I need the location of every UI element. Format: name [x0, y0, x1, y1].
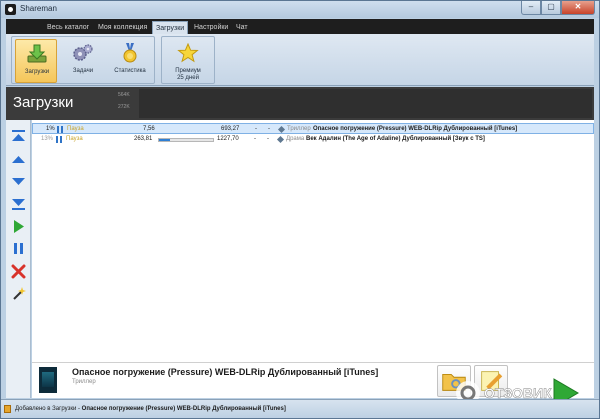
- downloads-ribbon-label: Загрузки: [24, 69, 50, 75]
- window-title: Shareman: [20, 4, 57, 13]
- pause-icon[interactable]: [11, 241, 26, 256]
- minimize-button[interactable]: ‒: [521, 1, 541, 15]
- release-type-icon: [276, 135, 285, 144]
- clear-wand-icon[interactable]: [11, 286, 26, 301]
- downloads-ribbon-button[interactable]: Загрузки: [15, 39, 57, 83]
- download-row-1[interactable]: 1% Пауза 7,56 693,27 - - Триллер Опасное…: [32, 123, 594, 134]
- statistics-ribbon-button[interactable]: Статистика: [109, 39, 151, 83]
- tab-chat[interactable]: Чат: [233, 21, 251, 34]
- premium-ribbon-label: Премиум 25 дней: [167, 68, 209, 82]
- paused-status-icon: [57, 126, 64, 133]
- play-icon[interactable]: [11, 219, 26, 234]
- status-text: Добавлено в Загрузки - Опасное погружени…: [15, 400, 286, 419]
- tab-my-collection[interactable]: Моя коллекция: [95, 21, 150, 34]
- premium-label-line1: Премиум: [175, 68, 201, 74]
- move-to-bottom-icon[interactable]: [11, 196, 26, 211]
- percent-cell: 13%: [41, 136, 54, 142]
- paused-status-icon: [56, 136, 63, 143]
- download-progress-fill: [159, 139, 171, 141]
- selected-title: Опасное погружение (Pressure) WEB-DLRip …: [72, 367, 379, 377]
- dash-cell-2: -: [267, 136, 269, 142]
- statistics-ribbon-label: Статистика: [114, 68, 146, 74]
- downloaded-cell: 263,81: [134, 136, 153, 142]
- move-down-icon[interactable]: [11, 174, 26, 189]
- size-cell: 1227,70: [217, 136, 239, 142]
- status-item: Опасное погружение (Pressure) WEB-DLRip …: [81, 406, 286, 412]
- medal-icon: [123, 43, 137, 63]
- info-box-icon: [4, 405, 11, 413]
- status-prefix: Добавлено в Загрузки -: [15, 406, 82, 412]
- premium-ribbon-button[interactable]: Премиум 25 дней: [167, 39, 209, 83]
- speed-scale-bottom: 272K: [118, 104, 130, 110]
- ribbon-group-premium: Премиум 25 дней: [161, 36, 215, 84]
- dash-cell-1: -: [254, 136, 256, 142]
- main-menu: Весь каталог Моя коллекция Загрузки Наст…: [6, 19, 594, 34]
- move-up-icon[interactable]: [11, 152, 26, 167]
- app-window: Shareman ‒ ▢ ✕ Весь каталог Моя коллекци…: [0, 0, 600, 419]
- tasks-ribbon-button[interactable]: Задачи: [62, 39, 104, 83]
- download-arrow-icon: [27, 44, 47, 63]
- maximize-button[interactable]: ▢: [541, 1, 561, 15]
- delete-icon[interactable]: [11, 264, 26, 279]
- release-type-icon: [277, 125, 286, 134]
- speed-graph: [139, 89, 592, 118]
- ribbon-toolbar: Загрузки Задачи Статистика Премиум 25 дн…: [6, 34, 594, 86]
- tab-catalog[interactable]: Весь каталог: [44, 21, 92, 34]
- tab-downloads[interactable]: Загрузки: [152, 21, 189, 34]
- close-button[interactable]: ✕: [561, 1, 595, 15]
- download-progress-bar: [158, 138, 214, 142]
- tasks-ribbon-label: Задачи: [72, 68, 94, 74]
- page-title: Загрузки: [13, 94, 74, 111]
- downloads-list: 1% Пауза 7,56 693,27 - - Триллер Опасное…: [32, 120, 594, 362]
- title-bar: Shareman ‒ ▢ ✕: [1, 1, 599, 18]
- download-row-2[interactable]: 13% Пауза 263,81 1227,70 - - Драма Век А…: [32, 134, 594, 145]
- title-cell: Век Адалин (The Age of Adaline) Дублиров…: [306, 136, 485, 142]
- downloads-header: Загрузки 564K 272K: [6, 87, 594, 120]
- speed-scale-top: 564K: [118, 92, 130, 98]
- genre-cell: Драма: [286, 136, 305, 142]
- window-controls: ‒ ▢ ✕: [521, 1, 595, 16]
- tab-settings[interactable]: Настройки: [191, 21, 231, 34]
- movie-poster-thumbnail: [39, 367, 57, 393]
- premium-label-line2: 25 дней: [177, 75, 199, 81]
- selected-genre: Триллер: [72, 379, 96, 385]
- queue-toolbar: [6, 120, 31, 398]
- ribbon-group-downloads: Загрузки Задачи Статистика: [11, 36, 155, 84]
- move-to-top-icon[interactable]: [11, 129, 26, 144]
- star-icon: [177, 43, 199, 63]
- gears-icon: [73, 44, 93, 61]
- shareman-logo-icon: [5, 4, 16, 15]
- status-cell: Пауза: [66, 136, 83, 142]
- status-bar: Добавлено в Загрузки - Опасное погружени…: [1, 399, 599, 418]
